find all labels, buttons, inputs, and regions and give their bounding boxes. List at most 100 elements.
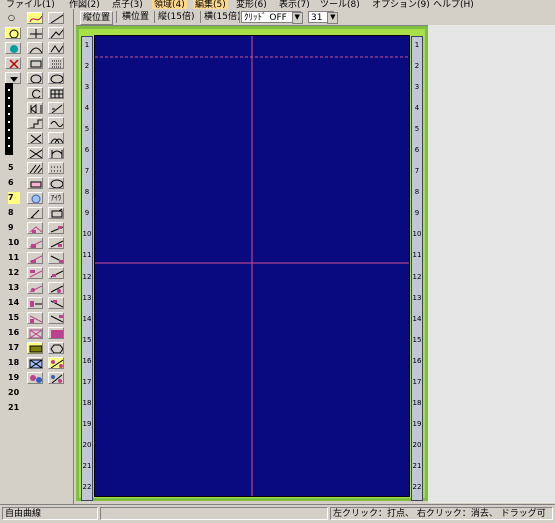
- rectangle-tool[interactable]: [27, 57, 43, 69]
- ruler-number: 10: [412, 230, 422, 238]
- pattern-tool-16a[interactable]: [27, 312, 43, 324]
- close-icon: [9, 59, 19, 68]
- pattern-tool-18b[interactable]: [48, 342, 64, 354]
- pattern-tool-10b[interactable]: [48, 222, 64, 234]
- rotate-tool[interactable]: [27, 192, 43, 204]
- stair-tool[interactable]: [27, 117, 43, 129]
- palette-number: 20: [8, 388, 20, 397]
- free-curve-tool[interactable]: [27, 12, 43, 24]
- split-tool[interactable]: [27, 132, 43, 144]
- pattern-icon: [50, 300, 63, 308]
- ruler-number: 9: [84, 209, 90, 217]
- table-icon: [50, 89, 63, 98]
- partial-circle-tool[interactable]: [27, 87, 43, 99]
- menu-dots[interactable]: 点子(3): [112, 0, 143, 9]
- delete-tool[interactable]: [5, 57, 21, 69]
- polyline-icon: [50, 29, 63, 38]
- vertical-position-button[interactable]: 縦位置: [80, 11, 114, 25]
- wave-tool[interactable]: [48, 117, 64, 129]
- dotted-tool[interactable]: [48, 162, 64, 174]
- ruler-number: 14: [412, 315, 422, 323]
- vertical-15x-button[interactable]: 縦(15倍): [158, 11, 194, 23]
- ruler-number: 22: [412, 483, 422, 491]
- pattern-tool-11a[interactable]: [27, 237, 43, 249]
- menu-transform[interactable]: 変形(6): [236, 0, 267, 9]
- pattern-tool-12a[interactable]: [27, 252, 43, 264]
- menu-region[interactable]: 領域(4): [152, 0, 187, 9]
- pattern-tool-13b[interactable]: [48, 267, 64, 279]
- pattern-tool-15a[interactable]: [27, 297, 43, 309]
- plus-icon: [30, 29, 42, 38]
- grid-select[interactable]: ｸﾘｯﾄﾞ OFF ▼: [241, 11, 303, 24]
- ruler-number: 1: [414, 41, 420, 49]
- horizontal-15x-button[interactable]: 横(15倍): [204, 11, 240, 23]
- arc-icon: [29, 47, 42, 53]
- eraser-tool[interactable]: [27, 177, 43, 189]
- ruler-number: 3: [414, 83, 420, 91]
- pattern-tool-14b[interactable]: [48, 282, 64, 294]
- chevron-down-icon[interactable]: ▼: [327, 12, 339, 24]
- frame-tool[interactable]: [48, 207, 64, 219]
- pattern-tool-18a[interactable]: [27, 342, 43, 354]
- menu-file[interactable]: ファイル(1): [6, 0, 55, 9]
- pattern-tool-15b[interactable]: [48, 297, 64, 309]
- arc-tool[interactable]: [27, 42, 43, 54]
- pattern-tool-13a[interactable]: [27, 267, 43, 279]
- ruler-number: 15: [412, 336, 422, 344]
- pattern-icon: [50, 315, 63, 323]
- brush-tool[interactable]: [27, 207, 43, 219]
- pattern-tool-17a[interactable]: [27, 327, 43, 339]
- left-ruler: 1 2 3 4 5 6 7 8 9 10 11 12 13 14 15 16 17 18 19 20 21 22: [81, 36, 93, 501]
- cross-tool[interactable]: [27, 27, 43, 39]
- menu-draw[interactable]: 作図(2): [69, 0, 100, 9]
- ellipse-icon: [30, 74, 42, 83]
- oval-tool[interactable]: [48, 72, 64, 84]
- chevron-down-icon[interactable]: ▼: [291, 12, 303, 24]
- pattern-tool-11b[interactable]: [48, 237, 64, 249]
- pattern-tool-17b[interactable]: [48, 327, 64, 339]
- line-icon: [50, 14, 63, 23]
- pattern-tool-20b[interactable]: [48, 372, 64, 384]
- knot-tool[interactable]: [48, 147, 64, 159]
- pattern-tool-16b[interactable]: [48, 312, 64, 324]
- ellipse-tool[interactable]: [27, 72, 43, 84]
- circle-select-tool[interactable]: [5, 27, 21, 39]
- color-strip[interactable]: [5, 83, 13, 155]
- dot-grid-tool[interactable]: [48, 57, 64, 69]
- menu-tools[interactable]: ツール(8): [320, 0, 360, 9]
- drawing-canvas[interactable]: [94, 35, 410, 497]
- mirror-tool[interactable]: [27, 102, 43, 114]
- pattern-icon: [29, 255, 42, 263]
- palette-number: 6: [8, 178, 14, 187]
- pencil-tool[interactable]: [48, 102, 64, 114]
- mirror-icon: [30, 103, 42, 113]
- hatch-tool[interactable]: [27, 162, 43, 174]
- hexagon-icon: [50, 344, 63, 353]
- ruler-number: 13: [412, 294, 422, 302]
- pattern-tool-19a[interactable]: [27, 357, 43, 369]
- pattern-tool-20a[interactable]: [27, 372, 43, 384]
- line-tool[interactable]: [48, 12, 64, 24]
- ruler-number: 12: [412, 273, 422, 281]
- pattern-tool-12b[interactable]: [48, 252, 64, 264]
- grid-size-select[interactable]: 31 ▼: [308, 11, 339, 24]
- table-grid-tool[interactable]: [48, 87, 64, 99]
- toolbar-separator: [154, 11, 155, 23]
- curve-pair-tool[interactable]: [48, 132, 64, 144]
- ellipse-outline-tool[interactable]: [48, 177, 64, 189]
- zigzag-tool[interactable]: [48, 42, 64, 54]
- teal-circle-tool[interactable]: [5, 42, 21, 54]
- menu-options[interactable]: オプション(9): [372, 0, 430, 9]
- filled-circle-icon: [10, 45, 18, 53]
- curve-icon: [29, 15, 42, 23]
- pattern-tool-19b[interactable]: [48, 357, 64, 369]
- pattern-tool-14a[interactable]: [27, 282, 43, 294]
- polyline-tool[interactable]: [48, 27, 64, 39]
- pattern-tool-10a[interactable]: [27, 222, 43, 234]
- menu-view[interactable]: 表示(7): [279, 0, 310, 9]
- cross-curve-tool[interactable]: [27, 147, 43, 159]
- horizontal-position-button[interactable]: 横位置: [122, 11, 149, 23]
- menu-edit[interactable]: 編集(5): [193, 0, 228, 9]
- text-tool[interactable]: ｱｲｳ: [48, 192, 64, 204]
- menu-help[interactable]: ヘルプ(H): [433, 0, 474, 9]
